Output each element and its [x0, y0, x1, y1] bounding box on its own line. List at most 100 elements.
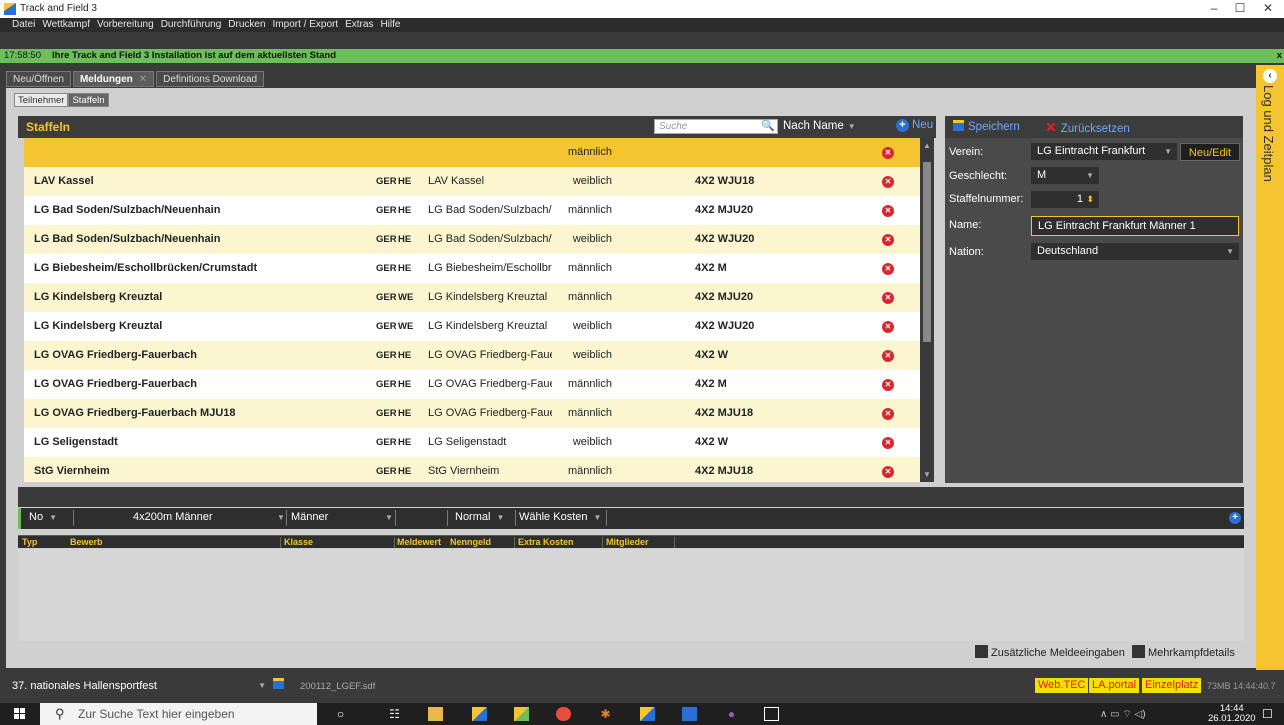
type-select[interactable]: Normal ▼	[455, 511, 504, 523]
task-view-icon[interactable]: ☷	[387, 707, 402, 721]
add-icon[interactable]: +	[1229, 512, 1241, 524]
reset-button[interactable]: ✕ Zurücksetzen	[1045, 119, 1130, 136]
col-bewerb[interactable]: Bewerb	[70, 537, 103, 547]
system-tray-icons[interactable]: ∧ ▭ ⌔ ◁)	[1100, 708, 1146, 721]
track-field-icon[interactable]	[640, 707, 655, 721]
checkbox-box[interactable]	[1132, 645, 1145, 658]
nation-select[interactable]: Deutschland ▼	[1031, 243, 1239, 260]
delete-icon[interactable]: ✕	[882, 466, 894, 478]
col-klasse[interactable]: Klasse	[284, 537, 313, 547]
table-row[interactable]: LG Biebesheim/Eschollbrücken/Crumstadt GE…	[24, 254, 920, 283]
col-mitglieder[interactable]: Mitglieder	[606, 537, 649, 547]
table-row[interactable]: LG OVAG Friedberg-Fauerbach GER HE LG OVAG …	[24, 341, 920, 370]
search-icon[interactable]: 🔍	[761, 120, 775, 133]
delete-icon[interactable]: ✕	[882, 379, 894, 391]
save-icon[interactable]	[273, 678, 284, 689]
table-row[interactable]: LG Bad Soden/Sulzbach/Neuenhain GER HE LG B…	[24, 225, 920, 254]
delete-icon[interactable]: ✕	[882, 205, 894, 217]
maximize-button[interactable]: ☐	[1230, 1, 1250, 17]
col-meldewert[interactable]: Meldewert	[397, 537, 441, 547]
name-input[interactable]: LG Eintracht Frankfurt Männer 1	[1031, 216, 1239, 236]
table-row[interactable]: LG Kindelsberg Kreuztal GER WE LG Kindelsbe…	[24, 312, 920, 341]
delete-icon[interactable]: ✕	[882, 292, 894, 304]
app-icon[interactable]: ✱	[598, 707, 613, 721]
tab-close-icon[interactable]: ✕	[139, 74, 147, 85]
menu-durchfuehrung[interactable]: Durchführung	[161, 18, 222, 32]
menu-drucken[interactable]: Drucken	[228, 18, 265, 32]
col-extra-kosten[interactable]: Extra Kosten	[518, 537, 574, 547]
chrome-icon[interactable]	[556, 707, 571, 721]
col-typ[interactable]: Typ	[22, 537, 37, 547]
table-row[interactable]: LG OVAG Friedberg-Fauerbach MJU18 GER HE LG…	[24, 399, 920, 428]
staffelnummer-stepper[interactable]: 1 ⬍	[1031, 191, 1099, 208]
geschlecht-select[interactable]: M ▼	[1031, 167, 1099, 184]
col-nenngeld[interactable]: Nenngeld	[450, 537, 491, 547]
save-button[interactable]: Speichern	[953, 120, 1020, 133]
menu-wettkampf[interactable]: Wettkampf	[42, 18, 90, 32]
menu-extras[interactable]: Extras	[345, 18, 373, 32]
clock[interactable]: 14:44 26.01.2020	[1208, 704, 1256, 724]
klasse-dropdown-icon[interactable]: ▼	[379, 511, 393, 523]
menu-import-export[interactable]: Import / Export	[273, 18, 339, 32]
event-select[interactable]: 4x200m Männer	[133, 511, 283, 523]
list-scrollbar[interactable]: ▲ ▼	[920, 138, 934, 482]
minimize-button[interactable]: –	[1204, 1, 1224, 17]
document-icon[interactable]	[682, 707, 697, 721]
tab-staffeln[interactable]: Staffeln	[68, 93, 109, 107]
tab-definitions-download[interactable]: Definitions Download	[156, 71, 265, 87]
notice-close-icon[interactable]: x	[1277, 49, 1282, 63]
table-row[interactable]: LAV KasselGERHELAV KasselweiblichMeldung…	[24, 167, 920, 196]
mehrkampfdetails-checkbox[interactable]: Mehrkampfdetails	[1132, 645, 1235, 659]
new-button[interactable]: + Neu	[896, 119, 933, 132]
table-row[interactable]: LG Kindelsberg Kreuztal GER WE LG Kindelsbe…	[24, 283, 920, 312]
notification-icon[interactable]: ☐	[1262, 707, 1273, 721]
delete-icon[interactable]: ✕	[882, 350, 894, 362]
delete-icon[interactable]: ✕	[882, 263, 894, 275]
verein-select[interactable]: LG Eintracht Frankfurt ▼	[1031, 143, 1177, 160]
tab-neu-oeffnen[interactable]: Neu/Öffnen	[6, 71, 71, 87]
search-input[interactable]: Suche 🔍	[654, 119, 778, 134]
photos-icon[interactable]	[764, 707, 779, 721]
windows-start-icon[interactable]	[14, 708, 26, 720]
webtec-button[interactable]: Web.TEC	[1035, 678, 1089, 693]
delete-icon[interactable]: ✕	[882, 176, 894, 188]
delete-icon[interactable]: ✕	[882, 321, 894, 333]
close-button[interactable]: ✕	[1258, 1, 1278, 17]
log-zeitplan-panel[interactable]: ‹ Log und Zeitplan	[1256, 65, 1284, 670]
delete-icon[interactable]: ✕	[882, 437, 894, 449]
delete-icon[interactable]: ✕	[882, 147, 894, 159]
table-row[interactable]: StG ViernheimGERHEStG ViernheimmännlichM…	[24, 457, 920, 482]
event-select[interactable]: 37. nationales Hallensportfest ▼	[12, 680, 266, 695]
event-dropdown-icon[interactable]: ▼	[271, 511, 285, 523]
stepper-icon[interactable]: ⬍	[1086, 191, 1094, 208]
app-icon[interactable]	[472, 707, 487, 721]
sort-dropdown[interactable]: Nach Name ▼	[783, 120, 856, 132]
menu-vorbereitung[interactable]: Vorbereitung	[97, 18, 154, 32]
einzelplatz-button[interactable]: Einzelplatz	[1142, 678, 1202, 693]
scroll-thumb[interactable]	[923, 162, 931, 342]
menu-datei[interactable]: Datei	[12, 18, 35, 32]
verein-edit-button[interactable]: Neu/Edit	[1180, 143, 1240, 161]
laportal-button[interactable]: LA.portal	[1089, 678, 1140, 693]
tab-teilnehmer[interactable]: Teilnehmer	[14, 93, 69, 107]
map-pin-icon[interactable]: ●	[724, 707, 739, 721]
splitter-bar[interactable]	[18, 487, 1244, 507]
table-row[interactable]: LG Seligenstadt GER HE LG Seligenstadt weibl…	[24, 428, 920, 457]
zusaetzliche-meldeeingaben-checkbox[interactable]: Zusätzliche Meldeeingaben	[975, 645, 1125, 659]
collapse-icon[interactable]: ‹	[1263, 69, 1277, 83]
taskbar-search-input[interactable]: ⚲ Zur Suche Text hier eingeben	[40, 703, 317, 725]
file-explorer-icon[interactable]	[428, 707, 443, 721]
menu-hilfe[interactable]: Hilfe	[380, 18, 400, 32]
table-row[interactable]: männlichMeldungen 0✕	[24, 138, 920, 167]
tab-meldungen[interactable]: Meldungen ✕	[72, 71, 155, 87]
cortana-icon[interactable]: ○	[333, 707, 348, 721]
delete-icon[interactable]: ✕	[882, 408, 894, 420]
scroll-up-icon[interactable]: ▲	[923, 141, 931, 150]
no-select[interactable]: No ▼	[29, 511, 57, 523]
scroll-down-icon[interactable]: ▼	[923, 470, 931, 479]
cost-select[interactable]: Wähle Kosten ▼	[519, 511, 601, 523]
table-row[interactable]: LG Bad Soden/Sulzbach/Neuenhain GER HE LG B…	[24, 196, 920, 225]
table-row[interactable]: LG OVAG Friedberg-Fauerbach GER HE LG OVAG …	[24, 370, 920, 399]
checkbox-box[interactable]	[975, 645, 988, 658]
app-icon[interactable]	[514, 707, 529, 721]
